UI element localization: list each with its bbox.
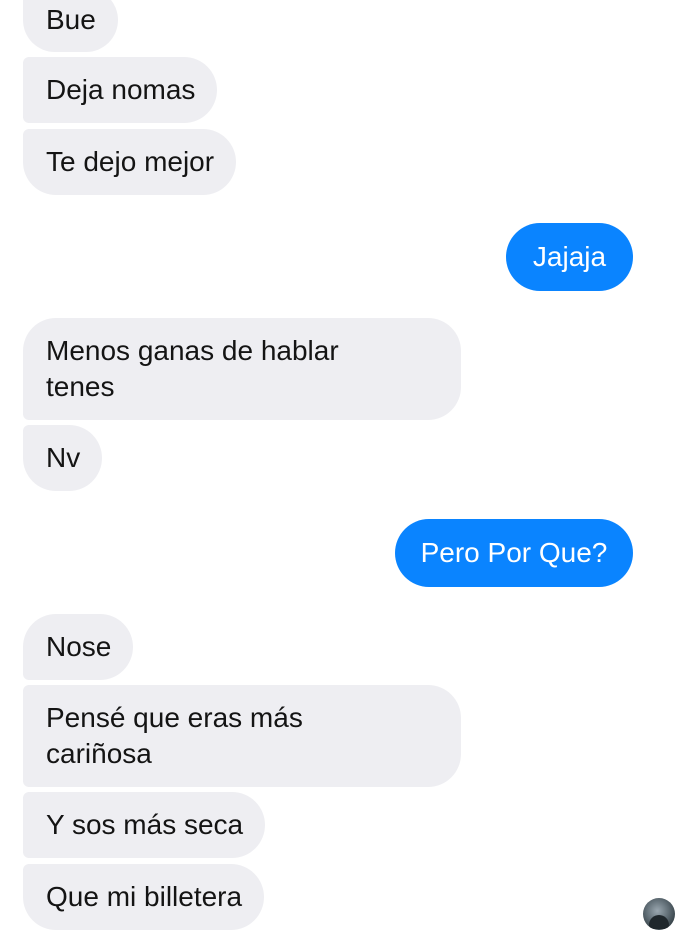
avatar-icon [643,898,675,930]
message-bubble-incoming[interactable]: Que mi billetera [23,864,265,930]
message-text: Nose [46,631,112,662]
message-text: Deja nomas [46,74,196,105]
message-bubble-incoming[interactable]: Te dejo mejor [23,129,237,195]
message-text: Jajaja [532,241,607,272]
message-bubble-incoming[interactable]: Bue [23,0,118,52]
message-text: Bue [46,4,96,35]
message-bubble-incoming[interactable]: Deja nomas [23,57,218,123]
message-text: Que mi billetera [46,881,243,912]
message-bubble-incoming[interactable]: Nose [23,614,134,680]
message-bubble-incoming[interactable]: Y sos más seca [23,792,266,858]
chat-thread: Bue Deja nomas Te dejo mejor Jajaja Meno… [0,0,681,943]
message-bubble-incoming[interactable]: Pensé que eras más cariñosa [23,685,461,787]
message-bubble-incoming[interactable]: Nv [23,425,103,491]
message-bubble-outgoing[interactable]: Jajaja [506,223,633,291]
message-text: Nv [46,442,81,473]
message-text: Te dejo mejor [46,146,215,177]
message-bubble-outgoing[interactable]: Pero Por Que? [395,519,633,587]
message-text: Pensé que eras más cariñosa [46,702,303,769]
message-text: Y sos más seca [46,809,244,840]
message-text: Pero Por Que? [420,537,608,568]
message-bubble-incoming[interactable]: Menos ganas de hablar tenes [23,318,461,420]
message-text: Menos ganas de hablar tenes [46,335,339,402]
